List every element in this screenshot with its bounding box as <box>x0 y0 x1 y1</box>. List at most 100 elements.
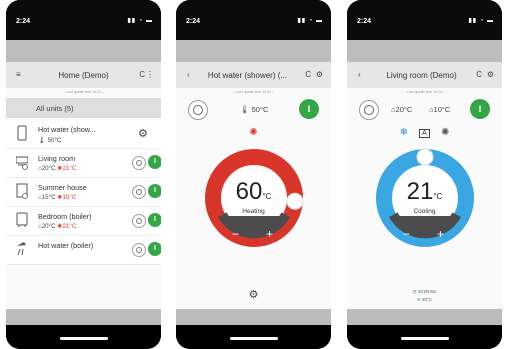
status-time: 2:24 <box>357 18 372 25</box>
setpoint-value: 21 <box>406 178 434 205</box>
home-indicator[interactable] <box>230 337 278 340</box>
dial-screen: 🌡 50°C I ✺ 60°C Heating − + ⚙ <box>176 96 331 309</box>
app-header: ‹ Hot water (shower) (... C ⚙ <box>176 62 331 88</box>
increase-button[interactable]: + <box>266 227 273 241</box>
signal-wifi-battery-icon: ▮▮ ◔ ▬ <box>127 18 153 24</box>
decrease-button[interactable]: − <box>403 227 410 241</box>
unit-row-hot-water-shower[interactable]: Hot water (show... 🌡 50°C ⚙ <box>6 120 161 149</box>
status-bar: 2:24 ▮▮ ◔ ▬ <box>347 0 502 40</box>
remote-settings-icon[interactable]: ⚙ <box>176 288 331 301</box>
current-temperature: 🌡 50°C <box>240 105 269 114</box>
top-band <box>347 40 502 62</box>
unit-temps: ⌂20°C ✺21°C <box>38 165 77 172</box>
signal-wifi-battery-icon: ▮▮ ◔ ▬ <box>468 18 494 24</box>
unit-temps: ⌂20°C ✺21°C <box>38 223 77 230</box>
on-button[interactable]: I <box>148 242 161 256</box>
last-update-text: – Last update time 14:24 – <box>176 88 331 96</box>
remote-settings-icon[interactable]: ⚙ <box>138 127 148 140</box>
status-bar: 2:24 ▮▮ ◔ ▬ <box>176 0 331 40</box>
bottom-band <box>347 309 502 325</box>
schedule-time: 10:00 Mo <box>417 289 437 294</box>
unit-name: Living room <box>38 154 76 163</box>
setpoint-value: 60 <box>235 178 263 205</box>
all-units-label: All units (5) <box>36 104 74 113</box>
power-icon[interactable] <box>132 214 146 228</box>
unit-list: All units (5) Hot water (show... 🌡 50°C … <box>6 96 161 309</box>
water-tank-icon <box>17 125 27 141</box>
power-icon[interactable] <box>132 156 146 170</box>
schedule-info[interactable]: ◷ 10:00 Mo ❄ 20°C <box>347 288 502 304</box>
app-header: ‹ Living room (Demo) C ⚙ <box>347 62 502 88</box>
indoor-unit-icon <box>16 183 28 199</box>
status-time: 2:24 <box>16 18 31 25</box>
increase-button[interactable]: + <box>437 227 444 241</box>
plus-minus-controls: − + <box>223 226 285 246</box>
unit-name: Hot water (show... <box>38 125 96 134</box>
phone-hot-water-detail: 2:24 ▮▮ ◔ ▬ ‹ Hot water (shower) (... C … <box>176 0 331 349</box>
status-bar: 2:24 ▮▮ ◔ ▬ <box>6 0 161 40</box>
phone-living-room-detail: 2:24 ▮▮ ◔ ▬ ‹ Living room (Demo) C ⚙ – L… <box>347 0 502 349</box>
bottom-band <box>176 309 331 325</box>
last-update-text: – Last update time 14:24 – <box>347 88 502 96</box>
app-header: ≡ Home (Demo) C ⋮ <box>6 62 161 88</box>
decrease-button[interactable]: − <box>232 227 239 241</box>
control-row: ⌂20°C ⌂10°C I <box>347 99 502 121</box>
unit-name: Summer house <box>38 183 87 192</box>
dial-screen: ⌂20°C ⌂10°C I ❄ A ✺ 21°C Cooling − + ◷ 1… <box>347 96 502 309</box>
sun-icon[interactable]: ✺ <box>441 127 449 138</box>
power-icon[interactable] <box>359 100 379 120</box>
more-options-button[interactable]: ⋮ <box>146 70 154 79</box>
unit-temps: ⌂15°C ✺15°C <box>38 194 77 201</box>
mode-label: Heating <box>242 208 265 215</box>
on-button[interactable]: I <box>470 99 490 119</box>
on-button[interactable]: I <box>299 99 319 119</box>
page-title: Home (Demo) <box>58 71 109 80</box>
plus-minus-controls: − + <box>394 226 456 246</box>
indoor-temperature: ⌂20°C <box>391 105 413 114</box>
status-time: 2:24 <box>186 18 201 25</box>
setpoint-unit: °C <box>433 192 443 201</box>
air-conditioner-icon <box>16 156 28 170</box>
home-indicator[interactable] <box>401 337 449 340</box>
shower-icon <box>17 242 26 256</box>
schedule-temp: 20°C <box>421 297 433 302</box>
mode-icons: ✺ <box>176 127 331 138</box>
home-indicator[interactable] <box>60 337 108 340</box>
setpoint-display: 60°C <box>176 178 331 206</box>
refresh-button[interactable]: C <box>305 70 311 79</box>
control-row: 🌡 50°C I <box>176 99 331 121</box>
unit-row-bedroom-boiler[interactable]: Bedroom (boiler) ⌂20°C ✺21°C I <box>6 207 161 236</box>
signal-wifi-battery-icon: ▮▮ ◔ ▬ <box>297 18 323 24</box>
unit-name: Bedroom (boiler) <box>38 212 92 221</box>
bottom-band <box>6 309 161 325</box>
mode-label: Cooling <box>413 208 436 215</box>
power-icon[interactable] <box>132 243 146 257</box>
settings-gear-icon[interactable]: ⚙ <box>316 70 323 79</box>
all-units-group[interactable]: All units (5) <box>6 98 161 118</box>
last-update-text: – Last update time 14:24 – <box>6 88 161 96</box>
unit-name: Hot water (boiler) <box>38 241 94 250</box>
power-icon[interactable] <box>132 185 146 199</box>
unit-row-summer-house[interactable]: Summer house ⌂15°C ✺15°C I <box>6 178 161 207</box>
clock-icon: ◷ <box>412 289 417 294</box>
outdoor-temperature: ⌂10°C <box>429 105 451 114</box>
dial-handle <box>416 148 434 166</box>
phone-home-list: 2:24 ▮▮ ◔ ▬ ≡ Home (Demo) C ⋮ – Last upd… <box>6 0 161 349</box>
on-button[interactable]: I <box>148 213 161 227</box>
unit-row-hot-water-boiler[interactable]: Hot water (boiler) I <box>6 236 161 265</box>
power-icon[interactable] <box>188 100 208 120</box>
auto-mode-icon[interactable]: A <box>419 129 430 138</box>
on-button[interactable]: I <box>148 184 161 198</box>
sun-heating-icon[interactable]: ✺ <box>249 127 257 138</box>
snowflake-icon[interactable]: ❄ <box>400 127 408 138</box>
top-band <box>176 40 331 62</box>
unit-row-living-room[interactable]: Living room ⌂20°C ✺21°C I <box>6 149 161 178</box>
setpoint-display: 21°C <box>347 178 502 206</box>
settings-gear-icon[interactable]: ⚙ <box>487 70 494 79</box>
on-button[interactable]: I <box>148 155 161 169</box>
setpoint-unit: °C <box>262 192 272 201</box>
refresh-button[interactable]: C <box>476 70 482 79</box>
unit-temps: 🌡 50°C <box>38 137 62 144</box>
refresh-button[interactable]: C <box>139 70 145 79</box>
boiler-icon <box>16 212 28 227</box>
